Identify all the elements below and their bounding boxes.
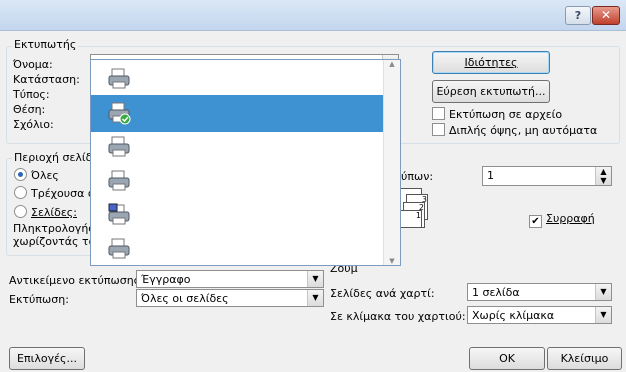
printer-list-item[interactable] bbox=[91, 95, 383, 132]
range-pages-radio[interactable]: Σελίδες: bbox=[14, 205, 77, 219]
spinner-arrows-icon[interactable]: ▲ ▼ bbox=[595, 167, 611, 185]
title-bar: ? ✕ bbox=[0, 0, 626, 31]
checkbox-box[interactable] bbox=[432, 107, 445, 120]
printer-list-item[interactable] bbox=[91, 231, 383, 268]
comment-label: Σχόλιο: bbox=[13, 118, 54, 131]
name-label: Όνομα: bbox=[13, 58, 53, 71]
printer-list-item[interactable] bbox=[91, 197, 383, 234]
close-button[interactable]: Κλείσιμο bbox=[547, 347, 622, 370]
printer-icon bbox=[107, 67, 131, 91]
printer-list-item[interactable] bbox=[91, 129, 383, 166]
chevron-down-icon[interactable]: ▼ bbox=[307, 290, 323, 306]
print-what-label: Αντικείμενο εκτύπωσης: bbox=[9, 274, 144, 287]
properties-button[interactable]: Ιδιότητες bbox=[432, 51, 550, 74]
copies-label: ύπων: bbox=[401, 170, 434, 183]
where-label: Θέση: bbox=[13, 103, 46, 116]
range-all-radio[interactable]: Όλες bbox=[14, 168, 59, 182]
scroll-down-icon[interactable]: ▼ bbox=[384, 257, 400, 265]
checkbox-box[interactable] bbox=[432, 123, 445, 136]
print-what-combo[interactable]: Έγγραφο ▼ bbox=[136, 270, 324, 288]
printer-dropdown-list[interactable]: ▲ ▼ bbox=[90, 59, 401, 266]
dropdown-scrollbar[interactable]: ▲ ▼ bbox=[383, 60, 400, 265]
range-hint-line2: χωρίζοντάς το bbox=[13, 235, 96, 248]
copies-spinner[interactable]: 1 ▲ ▼ bbox=[482, 166, 612, 186]
chevron-down-icon[interactable]: ▼ bbox=[307, 271, 323, 287]
scale-combo[interactable]: Χωρίς κλίμακα ▼ bbox=[467, 306, 612, 324]
range-current-radio[interactable]: Τρέχουσα σ bbox=[14, 186, 95, 200]
printer-default-icon bbox=[107, 101, 131, 125]
collate-pages-icon: 3 2 1 bbox=[400, 188, 434, 228]
print-label: Εκτύπωση: bbox=[9, 293, 69, 306]
manual-duplex-checkbox[interactable]: Διπλής όψης, μη αυτόματα bbox=[432, 123, 597, 137]
close-window-button[interactable]: ✕ bbox=[592, 6, 620, 25]
printer-icon bbox=[107, 169, 131, 193]
collate-checkbox[interactable]: ✔ Συρραφή bbox=[529, 212, 595, 228]
scroll-up-icon[interactable]: ▲ bbox=[384, 60, 400, 68]
printer-icon bbox=[107, 135, 131, 159]
find-printer-button[interactable]: Εύρεση εκτυπωτή... bbox=[432, 80, 550, 103]
chevron-down-icon[interactable]: ▼ bbox=[595, 307, 611, 323]
status-label: Κατάσταση: bbox=[13, 73, 80, 86]
printer-group-title: Εκτυπωτής bbox=[12, 38, 79, 51]
pages-per-sheet-label: Σελίδες ανά χαρτί: bbox=[330, 287, 435, 300]
print-combo[interactable]: Όλες οι σελίδες ▼ bbox=[136, 289, 324, 307]
radio-dot[interactable] bbox=[14, 205, 27, 218]
printer-list-item[interactable] bbox=[91, 61, 383, 98]
range-hint-line1: Πληκτρολογήσ bbox=[13, 222, 96, 235]
help-button[interactable]: ? bbox=[565, 6, 591, 25]
options-button[interactable]: Επιλογές... bbox=[9, 347, 85, 370]
radio-dot[interactable] bbox=[14, 168, 27, 181]
printer-icon bbox=[107, 237, 131, 261]
printer-list-item[interactable] bbox=[91, 163, 383, 200]
fax-printer-icon bbox=[107, 203, 131, 227]
chevron-down-icon[interactable]: ▼ bbox=[595, 284, 611, 300]
scale-label: Σε κλίμακα του χαρτιού: bbox=[330, 310, 466, 323]
type-label: Τύπος: bbox=[13, 88, 50, 101]
print-to-file-checkbox[interactable]: Εκτύπωση σε αρχείο bbox=[432, 107, 562, 121]
check-icon[interactable]: ✔ bbox=[529, 215, 542, 228]
ok-button[interactable]: OK bbox=[469, 347, 545, 370]
pages-per-sheet-combo[interactable]: 1 σελίδα ▼ bbox=[467, 283, 612, 301]
radio-dot[interactable] bbox=[14, 186, 27, 199]
